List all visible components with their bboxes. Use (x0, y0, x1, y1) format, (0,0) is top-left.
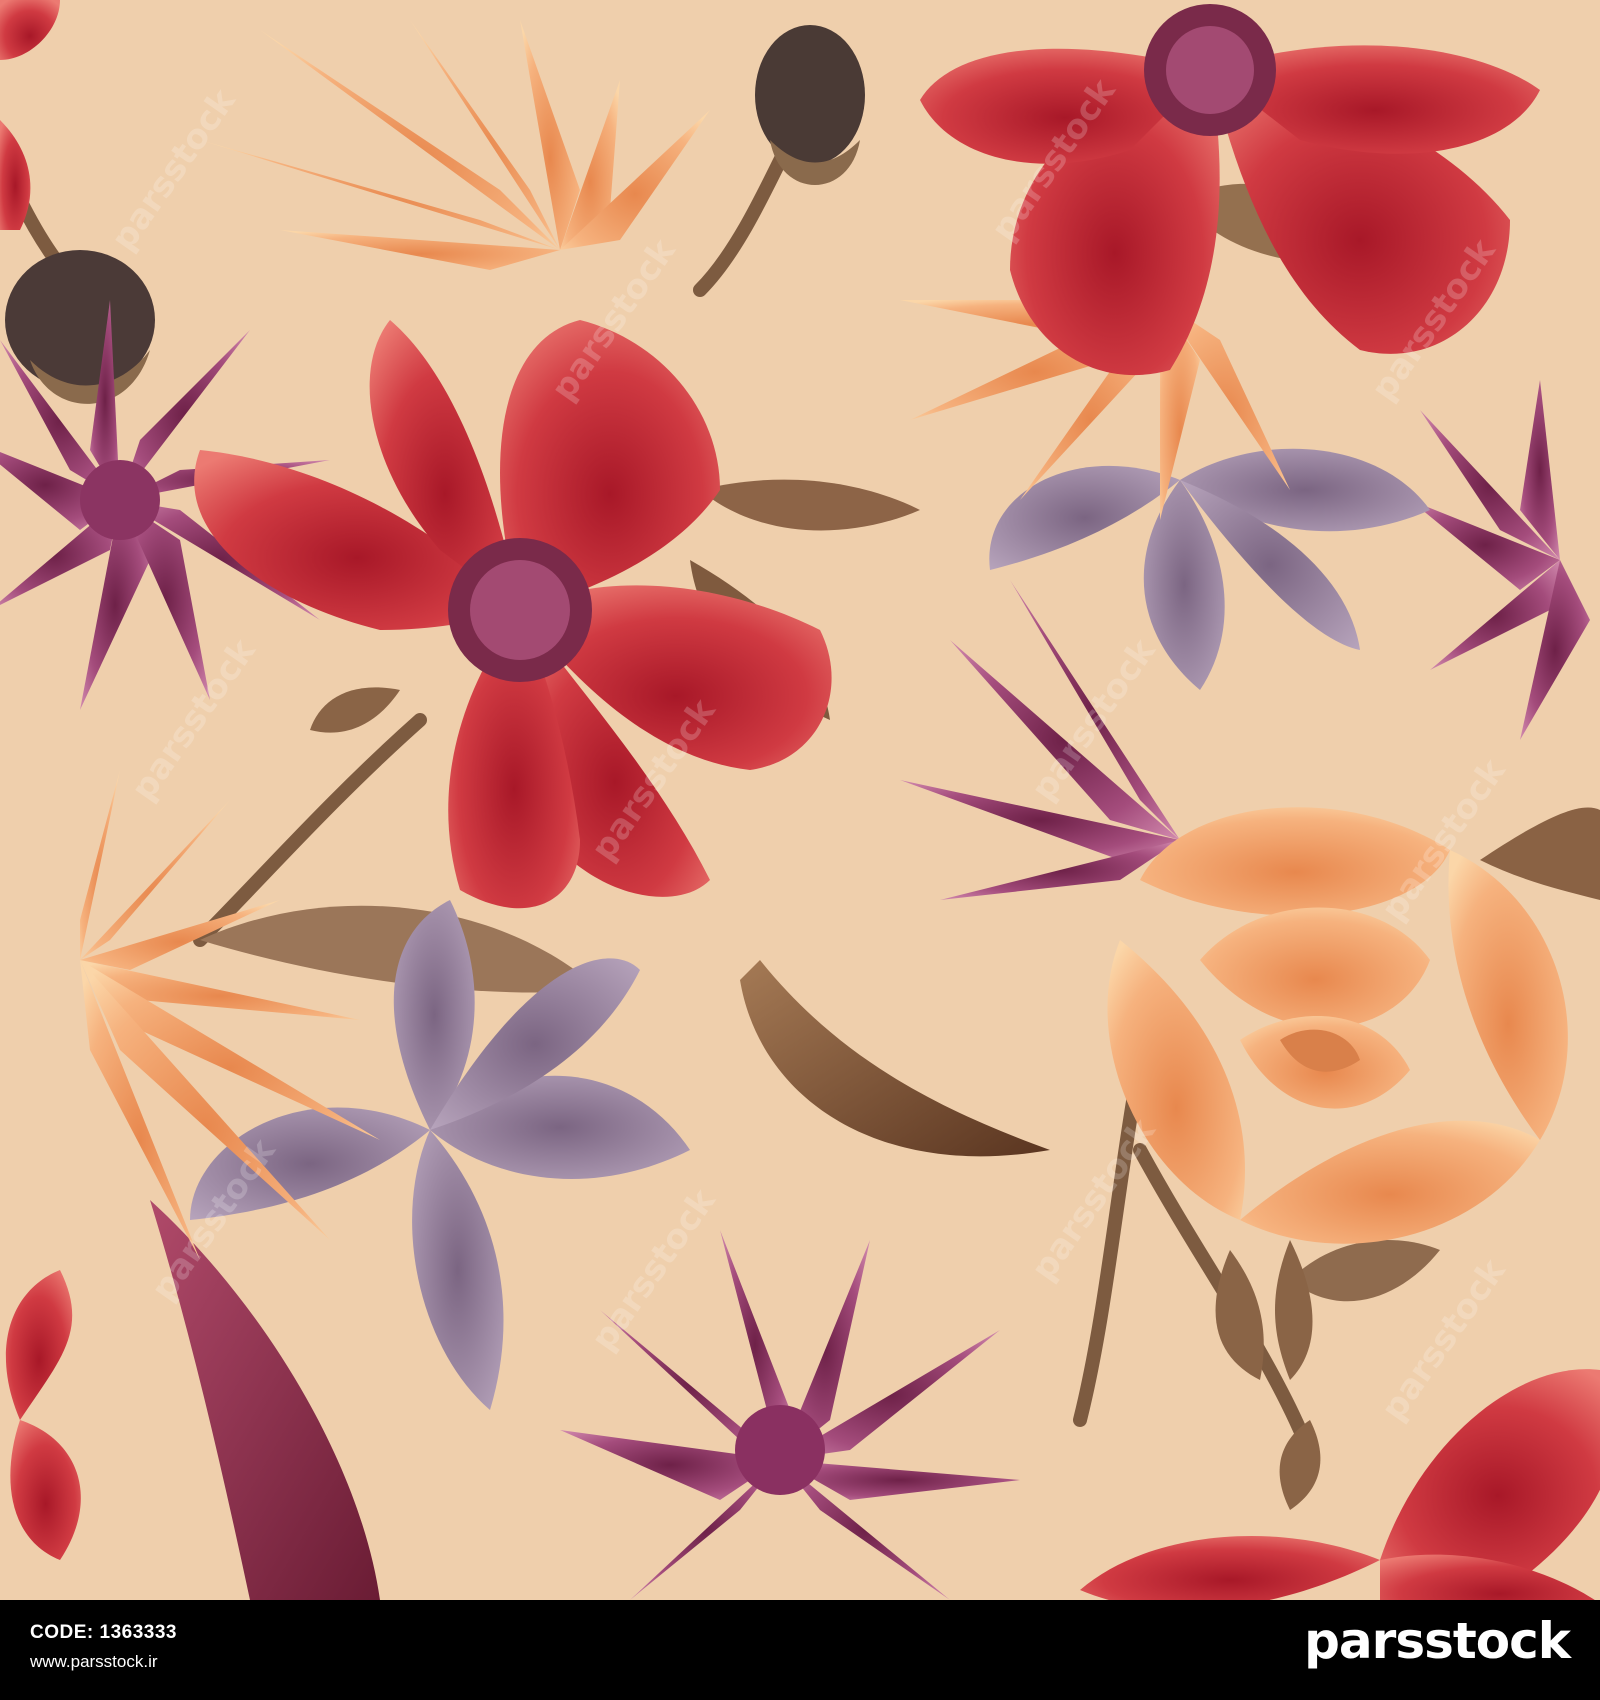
code-value: 1363333 (99, 1622, 177, 1643)
code-label: CODE: (30, 1622, 94, 1643)
code-line: CODE: 1363333 (30, 1622, 177, 1644)
image-footer: CODE: 1363333 www.parsstock.ir parsstock (0, 1600, 1600, 1700)
floral-pattern-image: parsstock parsstock parsstock parsstock … (0, 0, 1600, 1600)
site-url: www.parsstock.ir (30, 1652, 158, 1671)
brand-logo-text: parsstock (1304, 1612, 1571, 1670)
